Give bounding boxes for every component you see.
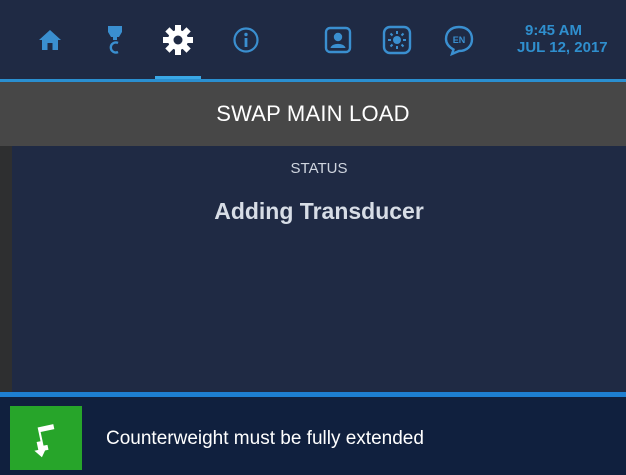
nav-probe[interactable] (92, 0, 138, 79)
status-label: STATUS (290, 160, 348, 177)
user-icon (324, 26, 352, 53)
probe-icon (108, 25, 122, 54)
top-nav-bar: EN 9:45 AM JUL 12, 2017 (0, 0, 626, 82)
page-title: SWAP MAIN LOAD (0, 82, 626, 146)
status-value: Adding Transducer (214, 198, 424, 224)
nav-brightness[interactable] (374, 0, 420, 79)
nav-home[interactable] (24, 0, 76, 79)
home-icon (39, 29, 61, 50)
clock: 9:45 AM JUL 12, 2017 (517, 22, 626, 56)
info-icon (233, 26, 259, 53)
nav-user[interactable] (315, 0, 361, 79)
nav-settings[interactable] (155, 0, 201, 80)
nav-info[interactable] (224, 0, 268, 79)
gear-icon (163, 24, 193, 55)
message-text: Counterweight must be fully extended (106, 428, 424, 449)
panel-gutter (0, 146, 12, 392)
clock-date: JUL 12, 2017 (517, 39, 608, 56)
language-icon: EN (444, 25, 474, 56)
nav-language[interactable]: EN (435, 0, 483, 79)
brightness-icon (382, 25, 412, 54)
message-icon-box (10, 406, 82, 470)
language-code: EN (453, 35, 466, 45)
clock-time: 9:45 AM (525, 22, 582, 39)
arrow-icon (34, 424, 55, 458)
status-panel: STATUS Adding Transducer (12, 146, 626, 392)
